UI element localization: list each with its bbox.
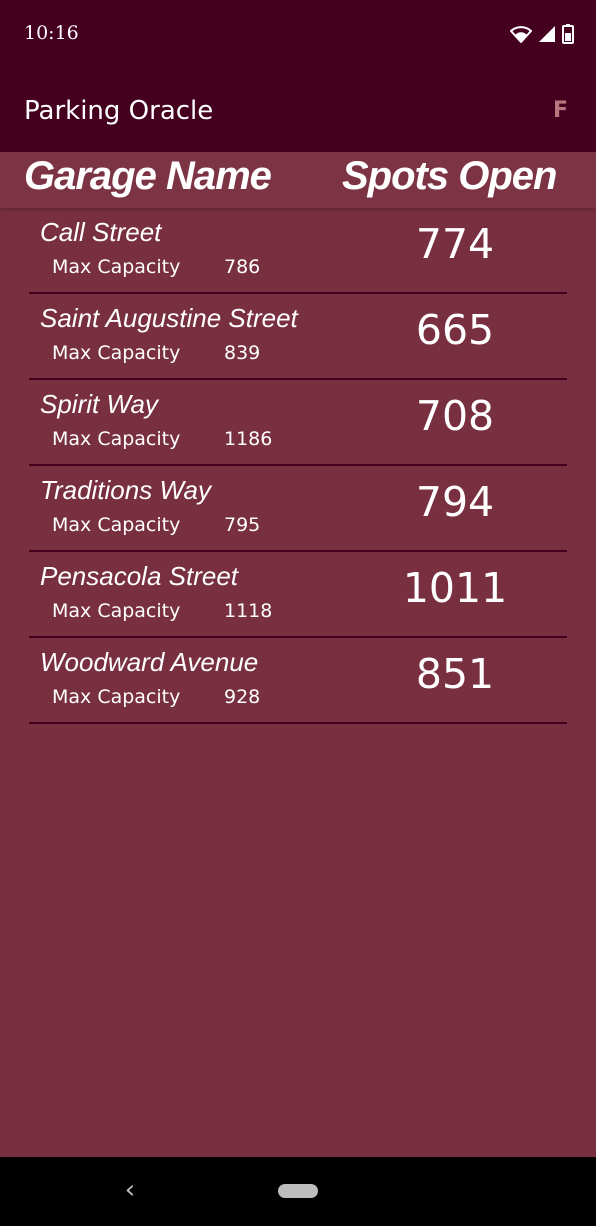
garage-row[interactable]: Saint Augustine Street Max Capacity 839 665	[29, 294, 567, 380]
spots-open-value: 774	[415, 220, 495, 268]
max-capacity-label: Max Capacity	[52, 600, 181, 622]
max-capacity-value: 839	[224, 342, 261, 364]
garage-row[interactable]: Pensacola Street Max Capacity 1118 1011	[29, 552, 567, 638]
home-pill-icon[interactable]	[278, 1184, 318, 1198]
status-bar: 10:16	[0, 0, 596, 68]
signal-icon	[539, 26, 555, 42]
garage-row[interactable]: Spirit Way Max Capacity 1186 708	[29, 380, 567, 466]
table-header: Garage Name Spots Open	[0, 152, 596, 208]
back-icon[interactable]: ‹	[118, 1175, 142, 1205]
max-capacity-value: 1118	[224, 600, 273, 622]
garage-name: Woodward Avenue	[40, 647, 259, 677]
spots-open-value: 794	[415, 478, 495, 526]
max-capacity-label: Max Capacity	[52, 256, 181, 278]
garage-name: Call Street	[40, 217, 162, 247]
max-capacity-value: 795	[224, 514, 261, 536]
garage-name: Spirit Way	[40, 389, 158, 419]
status-icons	[510, 24, 574, 44]
spots-open-value: 708	[415, 392, 495, 440]
header-spots-open: Spots Open	[342, 154, 557, 198]
garage-row[interactable]: Traditions Way Max Capacity 795 794	[29, 466, 567, 552]
battery-icon	[562, 24, 574, 44]
navigation-bar: ‹	[0, 1157, 596, 1226]
status-time: 10:16	[24, 22, 79, 44]
header-garage-name: Garage Name	[24, 154, 272, 198]
wifi-icon	[510, 26, 532, 43]
garage-row[interactable]: Call Street Max Capacity 786 774	[29, 208, 567, 294]
garage-row[interactable]: Woodward Avenue Max Capacity 928 851	[29, 638, 567, 724]
max-capacity-value: 928	[224, 686, 261, 708]
max-capacity-value: 786	[224, 256, 261, 278]
garage-list: Call Street Max Capacity 786 774 Saint Augus…	[29, 208, 567, 724]
max-capacity-label: Max Capacity	[52, 686, 181, 708]
max-capacity-value: 1186	[224, 428, 273, 450]
garage-name: Saint Augustine Street	[40, 303, 298, 333]
max-capacity-label: Max Capacity	[52, 342, 181, 364]
app-bar: Parking Oracle F	[0, 68, 596, 152]
spots-open-value: 1011	[402, 564, 508, 612]
favorites-action-button[interactable]: F	[553, 98, 568, 123]
spots-open-value: 851	[415, 650, 495, 698]
garage-name: Pensacola Street	[40, 561, 239, 591]
spots-open-value: 665	[415, 306, 495, 354]
max-capacity-label: Max Capacity	[52, 514, 181, 536]
max-capacity-label: Max Capacity	[52, 428, 181, 450]
garage-name: Traditions Way	[40, 475, 211, 505]
app-title: Parking Oracle	[24, 96, 214, 126]
